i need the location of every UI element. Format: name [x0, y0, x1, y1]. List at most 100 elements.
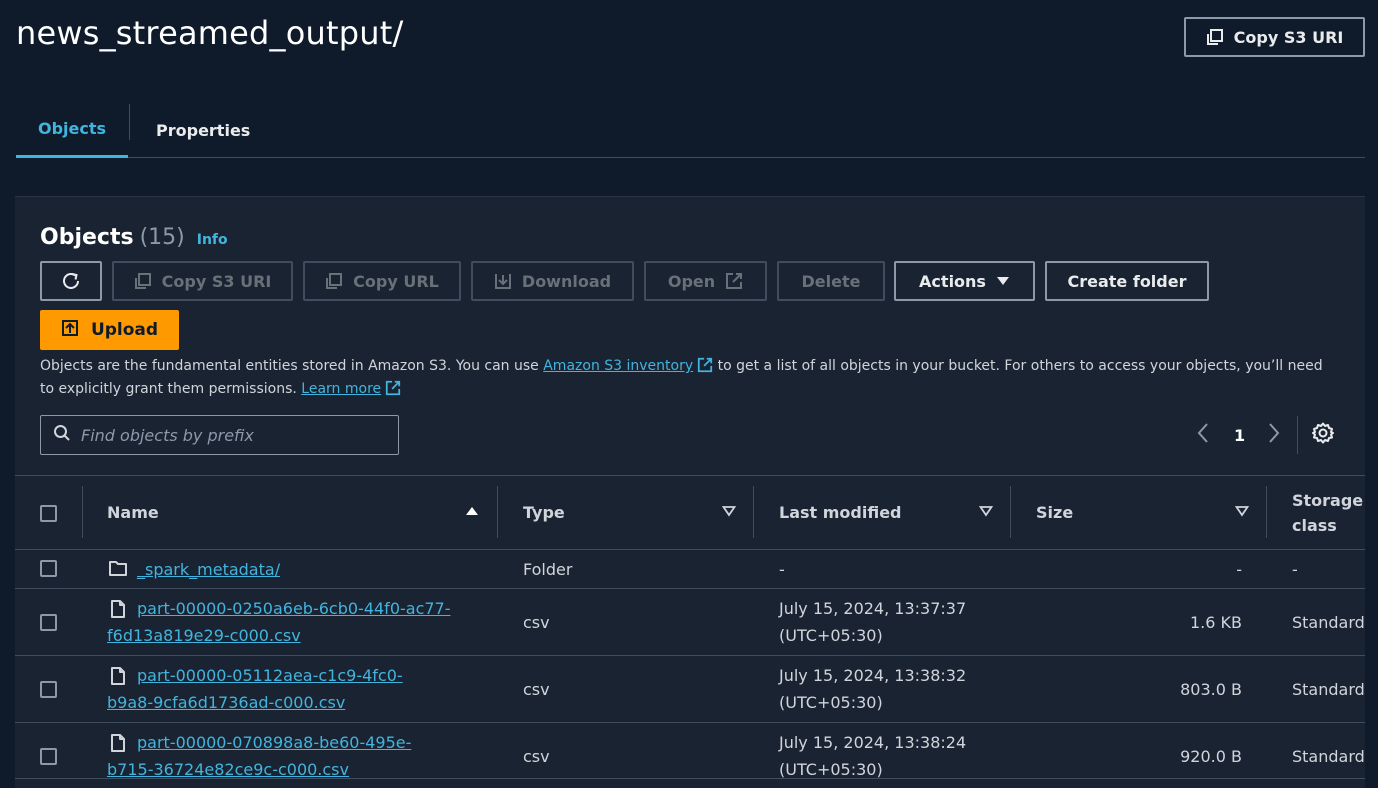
tab-divider — [129, 104, 130, 140]
s3-inventory-link[interactable]: Amazon S3 inventory — [543, 357, 713, 374]
column-divider — [82, 486, 83, 538]
open-button[interactable]: Open — [644, 261, 767, 301]
tab-bar: Objects Properties — [16, 102, 1365, 158]
sort-icon[interactable] — [721, 505, 737, 521]
table-row: _spark_metadata/ Folder - - - — [15, 550, 1365, 589]
object-name-link-continued[interactable]: b715-36724e82ce9c-c000.csv — [107, 756, 349, 783]
folder-icon — [108, 559, 128, 581]
object-storage-class: Standard — [1292, 680, 1365, 699]
sort-ascending-icon[interactable] — [465, 505, 479, 521]
object-name-link-continued[interactable]: b9a8-9cfa6d1736ad-c000.csv — [107, 689, 345, 716]
object-name-link[interactable]: part-00000-0250a6eb-6cb0-44f0-ac77- — [137, 595, 451, 622]
object-name-link-continued[interactable]: f6d13a819e29-c000.csv — [107, 622, 301, 649]
object-last-modified-timezone: (UTC+05:30) — [779, 626, 883, 645]
chevron-left-icon — [1195, 421, 1211, 449]
object-name-link[interactable]: part-00000-070898a8-be60-495e- — [137, 729, 411, 756]
file-icon — [110, 599, 126, 623]
delete-button[interactable]: Delete — [777, 261, 885, 301]
search-icon — [53, 424, 71, 446]
copy-url-label: Copy URL — [353, 271, 439, 291]
prev-page-button[interactable] — [1195, 419, 1211, 451]
object-last-modified: July 15, 2024, 13:37:37 — [779, 599, 967, 618]
column-header-storage-class[interactable]: Storage class — [1292, 476, 1365, 549]
caret-down-icon — [996, 275, 1010, 287]
preferences-button[interactable] — [1312, 419, 1334, 451]
open-label: Open — [667, 271, 716, 291]
copy-s3-uri-label: Copy S3 URI — [161, 271, 272, 291]
object-name-link[interactable]: _spark_metadata/ — [137, 556, 280, 583]
gear-icon — [1312, 422, 1334, 448]
sort-icon[interactable] — [1234, 505, 1250, 521]
description-text-1: Objects are the fundamental entities sto… — [40, 358, 544, 374]
download-icon — [494, 272, 512, 290]
object-last-modified: July 15, 2024, 13:38:32 — [779, 666, 967, 685]
learn-more-label: Learn more — [301, 381, 382, 397]
table-row: part-00000-070898a8-be60-495e- b715-3672… — [15, 723, 1365, 779]
refresh-icon — [60, 270, 82, 292]
row-checkbox[interactable] — [40, 614, 57, 631]
actions-dropdown[interactable]: Actions — [894, 261, 1035, 301]
object-last-modified: - — [779, 560, 785, 579]
column-divider — [497, 486, 498, 538]
column-header-size[interactable]: Size — [1036, 476, 1073, 549]
tab-properties[interactable]: Properties — [156, 102, 250, 158]
column-divider — [1266, 486, 1267, 538]
create-folder-label: Create folder — [1067, 271, 1187, 291]
object-last-modified: July 15, 2024, 13:38:24 — [779, 733, 967, 752]
object-last-modified-timezone: (UTC+05:30) — [779, 760, 883, 779]
object-type: Folder — [523, 560, 573, 579]
external-link-icon — [385, 380, 401, 402]
select-all-checkbox[interactable] — [40, 505, 57, 522]
upload-icon — [61, 319, 79, 342]
actions-label: Actions — [919, 271, 986, 291]
file-icon — [110, 733, 126, 757]
tab-objects[interactable]: Objects — [16, 102, 128, 158]
object-size: 920.0 B — [1180, 747, 1242, 766]
object-size: 803.0 B — [1180, 680, 1242, 699]
object-type: csv — [523, 613, 550, 632]
create-folder-button[interactable]: Create folder — [1045, 261, 1209, 301]
column-header-name[interactable]: Name — [107, 476, 159, 549]
info-link[interactable]: Info — [197, 232, 228, 248]
objects-count: (15) — [139, 225, 185, 250]
object-type: csv — [523, 680, 550, 699]
download-label: Download — [521, 271, 612, 291]
learn-more-link[interactable]: Learn more — [301, 380, 401, 397]
object-size: - — [1236, 560, 1242, 579]
row-checkbox[interactable] — [40, 560, 57, 577]
delete-label: Delete — [801, 271, 861, 291]
chevron-right-icon — [1266, 421, 1282, 449]
table-row: part-00000-0250a6eb-6cb0-44f0-ac77- f6d1… — [15, 589, 1365, 656]
search-input[interactable] — [81, 425, 381, 445]
copy-s3-uri-button-header[interactable]: Copy S3 URI — [1184, 17, 1365, 57]
objects-title: Objects — [40, 225, 134, 250]
object-name-link[interactable]: part-00000-05112aea-c1c9-4fc0- — [137, 662, 403, 689]
search-field[interactable] — [40, 415, 399, 455]
row-checkbox[interactable] — [40, 748, 57, 765]
table-header: Name Type Last modified Size Storage cla… — [15, 475, 1365, 550]
object-storage-class: - — [1292, 560, 1298, 579]
object-last-modified-timezone: (UTC+05:30) — [779, 693, 883, 712]
copy-s3-uri-button[interactable]: Copy S3 URI — [112, 261, 293, 301]
next-page-button[interactable] — [1266, 419, 1282, 451]
column-header-last-modified[interactable]: Last modified — [779, 476, 902, 549]
row-checkbox[interactable] — [40, 681, 57, 698]
current-page-number[interactable]: 1 — [1234, 419, 1245, 451]
refresh-button[interactable] — [40, 261, 102, 301]
copy-icon — [1206, 28, 1224, 46]
column-header-type[interactable]: Type — [523, 476, 565, 549]
upload-button[interactable]: Upload — [40, 310, 179, 350]
copy-url-button[interactable]: Copy URL — [303, 261, 461, 301]
download-button[interactable]: Download — [471, 261, 634, 301]
column-divider — [753, 486, 754, 538]
column-divider — [1010, 486, 1011, 538]
object-storage-class: Standard — [1292, 613, 1365, 632]
page-title: news_streamed_output/ — [16, 14, 404, 52]
sort-icon[interactable] — [978, 505, 994, 521]
objects-description: Objects are the fundamental entities sto… — [40, 356, 1330, 402]
object-storage-class: Standard — [1292, 747, 1365, 766]
upload-label: Upload — [90, 320, 159, 340]
copy-s3-uri-label: Copy S3 URI — [1233, 27, 1344, 47]
object-size: 1.6 KB — [1190, 613, 1242, 632]
external-link-icon — [725, 272, 743, 290]
